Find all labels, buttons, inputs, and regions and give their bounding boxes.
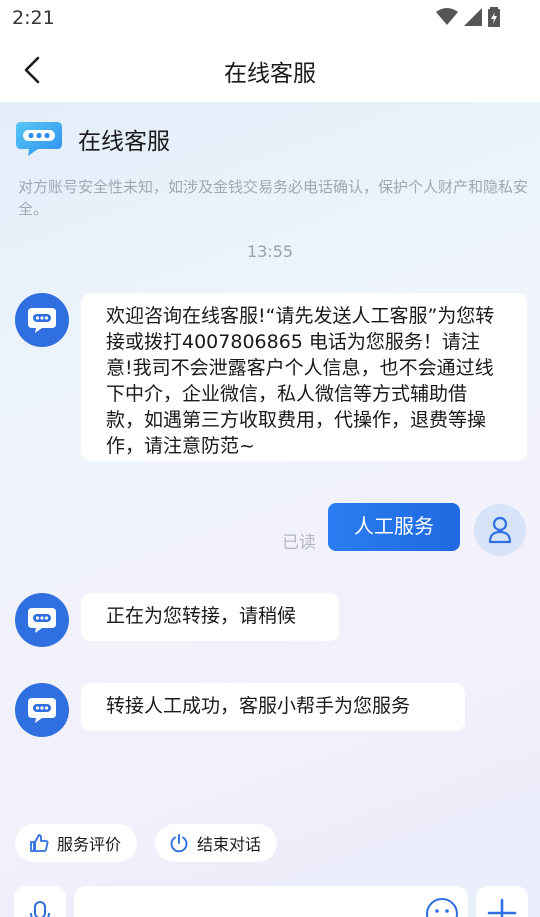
signal-icon: [464, 8, 482, 26]
chat-bubble-icon: [16, 122, 62, 156]
end-chat-label: 结束对话: [197, 835, 262, 854]
service-header: 在线客服: [14, 120, 170, 158]
message-timestamp: 13:55: [246, 242, 294, 261]
chat-bubble-icon: [28, 698, 56, 723]
user-message-bubble: 人工服务: [328, 503, 460, 551]
rate-service-label: 服务评价: [57, 835, 122, 854]
emoji-icon[interactable]: [424, 896, 460, 917]
bot-avatar: [15, 293, 69, 347]
security-notice: 对方账号安全性未知，如涉及金钱交易务必电话确认，保护个人财产和隐私安全。: [18, 178, 529, 218]
service-name: 在线客服: [78, 129, 170, 155]
battery-icon: [488, 7, 500, 27]
plus-icon: [487, 898, 517, 917]
mic-icon: [30, 901, 50, 917]
chat-bubble-icon: [28, 308, 56, 333]
voice-input-button[interactable]: [14, 886, 66, 917]
rate-service-button[interactable]: 服务评价: [15, 824, 138, 862]
page-title: 在线客服: [224, 61, 316, 87]
wifi-icon: [436, 8, 458, 25]
end-chat-button[interactable]: 结束对话: [155, 824, 278, 862]
chat-area[interactable]: 在线客服 对方账号安全性未知，如涉及金钱交易务必电话确认，保护个人财产和隐私安全…: [0, 102, 540, 917]
input-row: [0, 886, 540, 917]
message-bubble: 欢迎咨询在线客服!“请先发送人工客服”为您转接或拨打4007806865 电话为…: [81, 293, 527, 461]
message-bubble: 正在为您转接，请稍候: [81, 593, 339, 641]
message-bubble: 转接人工成功，客服小帮手为您服务: [81, 683, 465, 731]
power-icon: [170, 834, 188, 853]
message-input[interactable]: [74, 886, 468, 917]
nav-bar: 在线客服: [0, 38, 540, 102]
bot-avatar: [15, 683, 69, 737]
status-icons: [436, 7, 500, 27]
status-time: 2:21: [12, 7, 55, 29]
read-status: 已读: [282, 533, 316, 553]
status-bar: 2:21: [0, 0, 540, 38]
chat-bubble-icon: [28, 608, 56, 633]
thumbs-up-icon: [30, 834, 49, 852]
bot-avatar: [15, 593, 69, 647]
more-options-button[interactable]: [476, 886, 528, 917]
user-avatar: [474, 504, 526, 556]
user-icon: [488, 516, 512, 544]
